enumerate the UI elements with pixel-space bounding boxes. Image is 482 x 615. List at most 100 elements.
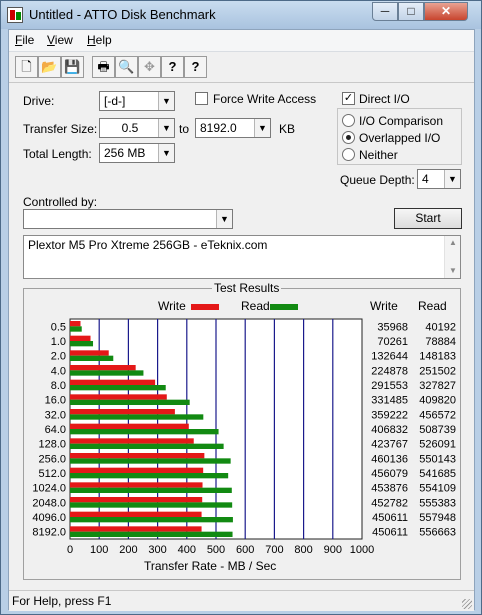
print-button[interactable]: 🖶 <box>92 56 115 78</box>
menu-view[interactable]: View <box>47 33 73 47</box>
transfer-to-value: 8192.0 <box>200 121 237 135</box>
read-value-label: 556663 <box>419 527 456 539</box>
direct-io-checkbox[interactable]: ✓ <box>342 92 355 105</box>
read-value-label: 78884 <box>425 336 456 348</box>
chevron-down-icon: ▼ <box>158 92 174 110</box>
menu-file[interactable]: File <box>15 33 34 47</box>
x-tick-label: 700 <box>265 544 283 556</box>
y-category-label: 2.0 <box>51 351 66 363</box>
read-value-label: 508739 <box>419 424 456 436</box>
print-icon: 🖶 <box>97 59 110 74</box>
checkmark-icon: ✓ <box>343 92 354 104</box>
move-icon: ✥ <box>144 59 155 74</box>
write-value-label: 456079 <box>371 468 408 480</box>
new-file-icon: 🗋 <box>21 59 32 74</box>
controlled-by-label: Controlled by: <box>23 195 98 209</box>
read-value-label: 541685 <box>419 468 456 480</box>
read-bar <box>70 443 224 449</box>
move-button[interactable]: ✥ <box>138 56 161 78</box>
minimize-button[interactable]: ─ <box>372 2 398 21</box>
write-value-label: 423767 <box>371 439 408 451</box>
menu-bar: File View Help <box>9 30 474 52</box>
overlapped-io-label: Overlapped I/O <box>359 131 441 145</box>
write-bar <box>70 321 81 327</box>
chevron-down-icon: ▼ <box>216 210 232 228</box>
description-textarea[interactable]: Plextor M5 Pro Xtreme 256GB - eTeknix.co… <box>23 235 461 279</box>
resize-grip-icon[interactable] <box>462 599 472 609</box>
write-value-label: 35968 <box>377 321 408 333</box>
x-tick-label: 500 <box>207 544 225 556</box>
chevron-down-icon: ▼ <box>444 170 460 188</box>
help-button[interactable]: ? <box>161 56 184 78</box>
read-value-label: 557948 <box>419 512 456 524</box>
read-value-label: 327827 <box>419 380 456 392</box>
client-area: File View Help 🗋 📂 💾 🖶 🔍 ✥ ? ? Drive: [-… <box>8 29 475 611</box>
x-tick-label: 200 <box>119 544 137 556</box>
drive-select[interactable]: [-d-] ▼ <box>99 91 175 111</box>
neither-radio[interactable] <box>342 148 355 161</box>
save-icon: 💾 <box>64 59 81 74</box>
write-bar <box>70 409 175 415</box>
y-category-label: 2048.0 <box>32 497 66 509</box>
write-bar <box>70 379 156 385</box>
print-preview-button[interactable]: 🔍 <box>115 56 138 78</box>
read-value-label: 554109 <box>419 483 456 495</box>
write-bar <box>70 526 202 532</box>
x-tick-label: 0 <box>67 544 73 556</box>
queue-depth-select[interactable]: 4 ▼ <box>417 169 461 189</box>
write-bar <box>70 438 194 444</box>
read-value-label: 555383 <box>419 497 456 509</box>
x-tick-label: 900 <box>324 544 342 556</box>
drive-label: Drive: <box>23 94 55 108</box>
x-tick-label: 100 <box>90 544 108 556</box>
start-button[interactable]: Start <box>394 208 462 229</box>
x-tick-label: 300 <box>148 544 166 556</box>
print-preview-icon: 🔍 <box>118 59 135 74</box>
read-value-label: 40192 <box>425 321 456 333</box>
y-category-label: 0.5 <box>51 321 66 333</box>
menu-help[interactable]: Help <box>87 33 112 47</box>
write-bar <box>70 482 203 488</box>
write-value-label: 359222 <box>371 409 408 421</box>
write-value-label: 450611 <box>372 512 408 524</box>
write-bar <box>70 394 167 400</box>
overlapped-io-radio[interactable] <box>342 131 355 144</box>
queue-depth-label: Queue Depth: <box>340 173 415 187</box>
y-category-label: 16.0 <box>45 395 66 407</box>
total-length-select[interactable]: 256 MB ▼ <box>99 143 175 163</box>
write-bar <box>70 511 202 517</box>
chevron-down-icon: ▼ <box>254 119 270 137</box>
write-value-label: 406832 <box>371 424 408 436</box>
open-folder-icon: 📂 <box>41 59 58 74</box>
transfer-rate-chart: 0 100 200 300 400 500 600 700 800 900 1000 0.5 35968… <box>32 318 456 556</box>
maximize-button[interactable]: □ <box>398 2 424 21</box>
drive-value: [-d-] <box>104 94 126 108</box>
chevron-down-icon: ▼ <box>158 119 174 137</box>
scroll-up-icon[interactable]: ▲ <box>445 236 461 250</box>
read-bar <box>70 502 233 508</box>
y-category-label: 128.0 <box>38 439 66 451</box>
transfer-from-select[interactable]: 0.5 ▼ <box>99 118 175 138</box>
controlled-by-select[interactable]: ▼ <box>23 209 233 229</box>
save-button[interactable]: 💾 <box>61 56 84 78</box>
new-file-button[interactable]: 🗋 <box>15 56 38 78</box>
read-bar <box>70 473 229 479</box>
write-bar <box>70 497 203 503</box>
open-button[interactable]: 📂 <box>38 56 61 78</box>
force-write-checkbox[interactable] <box>195 92 208 105</box>
write-value-label: 453876 <box>371 483 408 495</box>
title-bar[interactable]: Untitled - ATTO Disk Benchmark ─ □ ✕ <box>1 1 481 29</box>
kb-label: KB <box>279 122 296 136</box>
y-category-label: 8192.0 <box>32 527 66 539</box>
context-help-button[interactable]: ? <box>184 56 207 78</box>
scroll-down-icon[interactable]: ▼ <box>445 264 461 278</box>
description-scrollbar[interactable]: ▲ ▼ <box>444 236 460 278</box>
write-value-label: 224878 <box>371 365 408 377</box>
write-bar <box>70 423 189 429</box>
write-bar <box>70 365 136 371</box>
io-comparison-radio[interactable] <box>342 114 355 127</box>
transfer-to-select[interactable]: 8192.0 ▼ <box>195 118 271 138</box>
close-button[interactable]: ✕ <box>424 2 468 21</box>
write-value-label: 331485 <box>371 395 408 407</box>
write-value-label: 291553 <box>371 380 408 392</box>
